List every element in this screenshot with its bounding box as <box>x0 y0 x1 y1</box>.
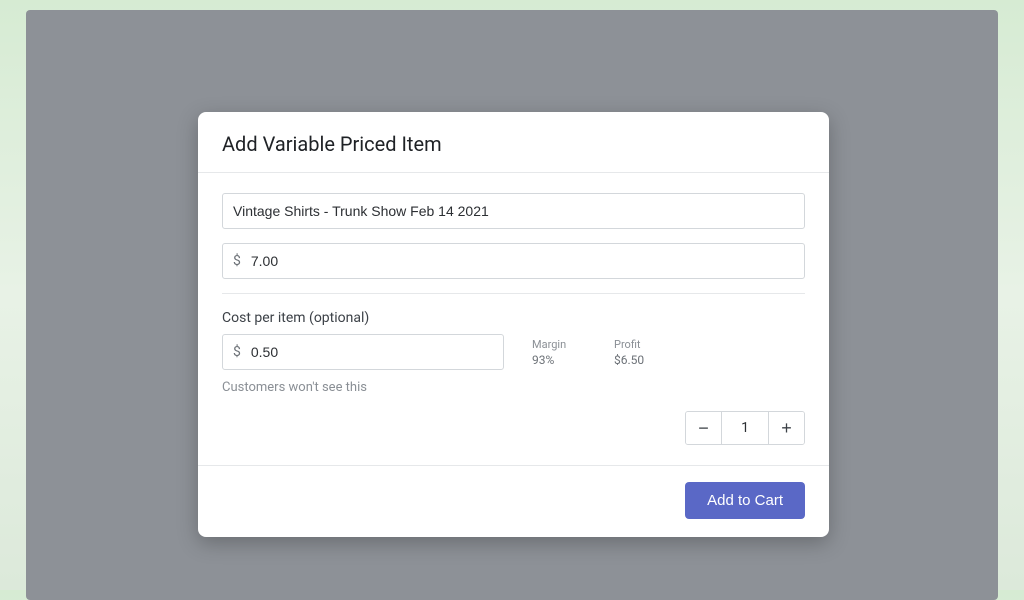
quantity-row: − 1 + <box>222 411 805 445</box>
plus-icon: + <box>781 419 792 437</box>
profit-metric: Profit $6.50 <box>614 338 668 367</box>
price-input[interactable] <box>251 244 804 278</box>
cost-input-wrap: $ <box>222 334 504 370</box>
modal-footer: Add to Cart <box>198 465 829 537</box>
margin-metric: Margin 93% <box>532 338 586 367</box>
cost-row: $ Margin 93% Profit $6.50 <box>222 334 805 370</box>
price-input-wrap: $ <box>222 243 805 279</box>
margin-value: 93% <box>532 353 586 367</box>
modal-body: $ Cost per item (optional) $ Margin 93% … <box>198 173 829 465</box>
quantity-stepper: − 1 + <box>685 411 805 445</box>
quantity-value[interactable]: 1 <box>722 412 768 444</box>
item-name-row <box>222 193 805 229</box>
increment-button[interactable]: + <box>768 412 804 444</box>
modal-header: Add Variable Priced Item <box>198 112 829 173</box>
add-to-cart-button[interactable]: Add to Cart <box>685 482 805 519</box>
profit-value: $6.50 <box>614 353 668 367</box>
cost-section-label: Cost per item (optional) <box>222 310 805 326</box>
modal-title: Add Variable Priced Item <box>222 132 805 156</box>
section-divider <box>222 293 805 294</box>
item-name-input[interactable] <box>222 193 805 229</box>
cost-hint: Customers won't see this <box>222 380 805 395</box>
add-variable-priced-item-modal: Add Variable Priced Item $ Cost per item… <box>198 112 829 537</box>
margin-label: Margin <box>532 338 586 351</box>
cost-input[interactable] <box>251 335 503 369</box>
cost-money-wrap: $ <box>222 334 504 370</box>
currency-symbol: $ <box>223 244 251 278</box>
minus-icon: − <box>698 419 709 437</box>
price-row: $ <box>222 243 805 279</box>
currency-symbol: $ <box>223 335 251 369</box>
profit-label: Profit <box>614 338 668 351</box>
decrement-button[interactable]: − <box>686 412 722 444</box>
